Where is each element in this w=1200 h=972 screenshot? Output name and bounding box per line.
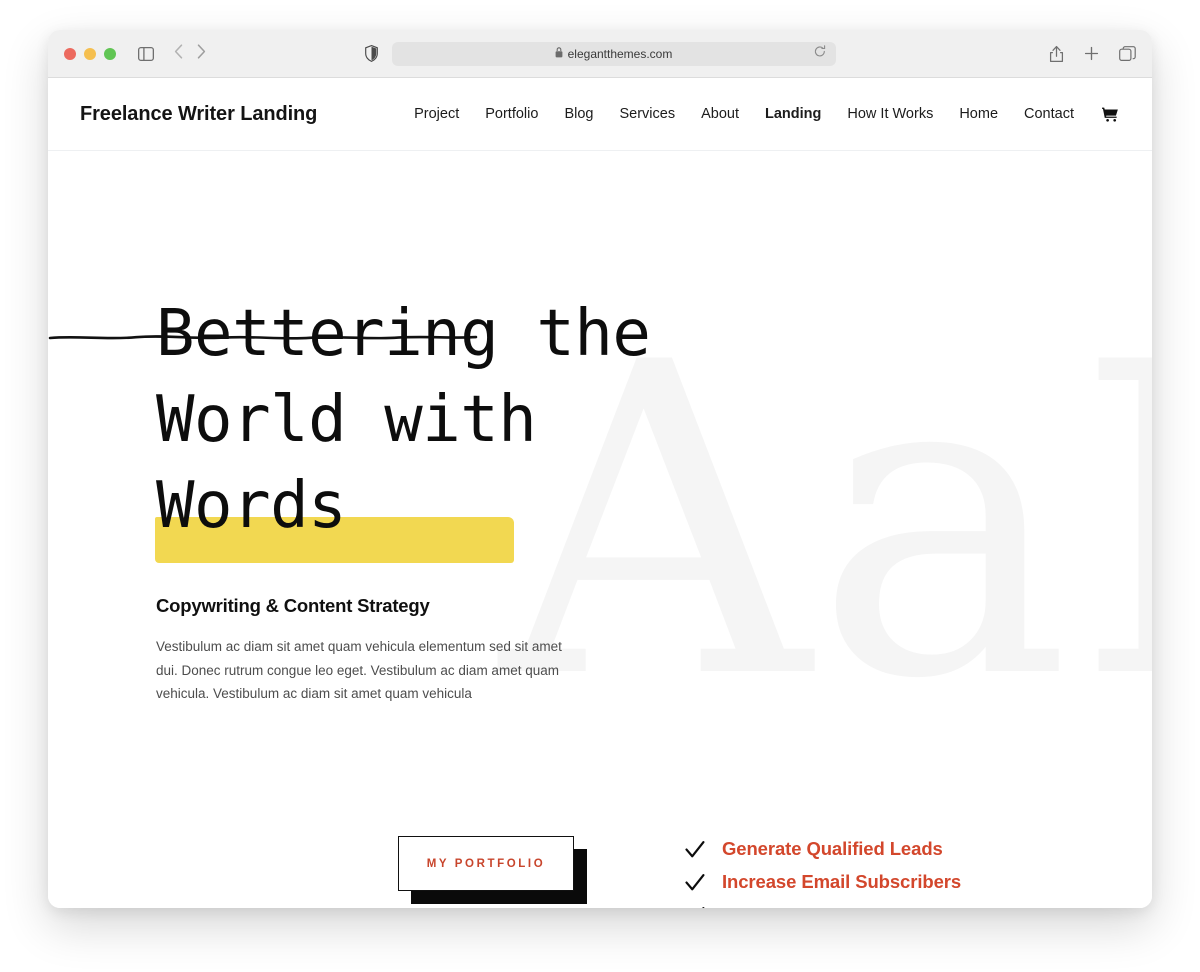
benefit-item: Increase Email Subscribers (685, 871, 961, 893)
sidebar-icon[interactable] (138, 46, 154, 61)
nav-item-home[interactable]: Home (959, 106, 998, 122)
shopping-cart-icon[interactable] (1102, 107, 1119, 122)
zoom-window-button[interactable] (104, 47, 116, 60)
url-text: elegantthemes.com (567, 46, 673, 61)
benefit-item: Generate Qualified Leads (685, 838, 961, 860)
hero-section: AaB Bettering the World with Words Copyw… (48, 151, 1152, 908)
my-portfolio-button[interactable]: MY PORTFOLIO (398, 836, 574, 891)
reload-icon[interactable] (814, 44, 826, 63)
hero-title-line-1: Bettering the (156, 297, 651, 371)
main-navigation: Project Portfolio Blog Services About La… (414, 106, 1119, 122)
hero-title: Bettering the World with Words (155, 291, 776, 563)
toolbar-actions (1049, 45, 1136, 63)
tab-overview-icon[interactable] (1119, 45, 1136, 62)
address-content: elegantthemes.com (555, 45, 673, 63)
browser-toolbar: elegantthemes.com (48, 30, 1152, 78)
close-window-button[interactable] (64, 47, 76, 60)
nav-item-how-it-works[interactable]: How It Works (847, 106, 933, 122)
new-tab-icon[interactable] (1084, 46, 1099, 61)
address-bar[interactable]: elegantthemes.com (391, 41, 836, 66)
window-controls (64, 47, 116, 60)
site-header: Freelance Writer Landing Project Portfol… (48, 78, 1152, 151)
hero-title-line-2: World with (156, 383, 537, 457)
portfolio-button-wrap: MY PORTFOLIO (398, 836, 588, 908)
hero-subheading: Copywriting & Content Strategy (156, 595, 430, 616)
hero-content: Bettering the World with Words Copywriti… (48, 151, 1152, 706)
share-icon[interactable] (1049, 45, 1064, 63)
nav-item-services[interactable]: Services (619, 106, 675, 122)
lock-icon (555, 45, 563, 63)
benefits-list: Generate Qualified Leads Increase Email … (685, 836, 961, 908)
nav-item-project[interactable]: Project (414, 106, 459, 122)
back-button[interactable] (174, 43, 183, 64)
nav-item-contact[interactable]: Contact (1024, 106, 1074, 122)
benefit-label: Grow Revenue (722, 904, 850, 908)
check-icon (685, 906, 705, 908)
benefit-item: Grow Revenue (685, 904, 961, 908)
site-brand[interactable]: Freelance Writer Landing (80, 103, 317, 126)
cta-row: MY PORTFOLIO Generate Qualified Leads In… (398, 836, 961, 908)
forward-button[interactable] (197, 43, 206, 64)
browser-window: elegantthemes.com Freelance Writer Landi… (48, 30, 1152, 908)
hero-title-line-3: Words (156, 469, 347, 543)
nav-item-landing[interactable]: Landing (765, 106, 821, 122)
nav-item-blog[interactable]: Blog (564, 106, 593, 122)
nav-item-portfolio[interactable]: Portfolio (485, 106, 538, 122)
address-zone: elegantthemes.com (48, 41, 1152, 66)
check-icon (685, 840, 705, 859)
benefit-label: Increase Email Subscribers (722, 871, 962, 892)
nav-item-about[interactable]: About (701, 106, 739, 122)
navigation-arrows (174, 43, 206, 64)
minimize-window-button[interactable] (84, 47, 96, 60)
check-icon (685, 873, 705, 892)
hero-paragraph: Vestibulum ac diam sit amet quam vehicul… (156, 639, 562, 701)
hero-title-line-3-wrap: Words (155, 463, 514, 563)
privacy-shield-icon[interactable] (364, 45, 378, 62)
benefit-label: Generate Qualified Leads (722, 838, 943, 859)
